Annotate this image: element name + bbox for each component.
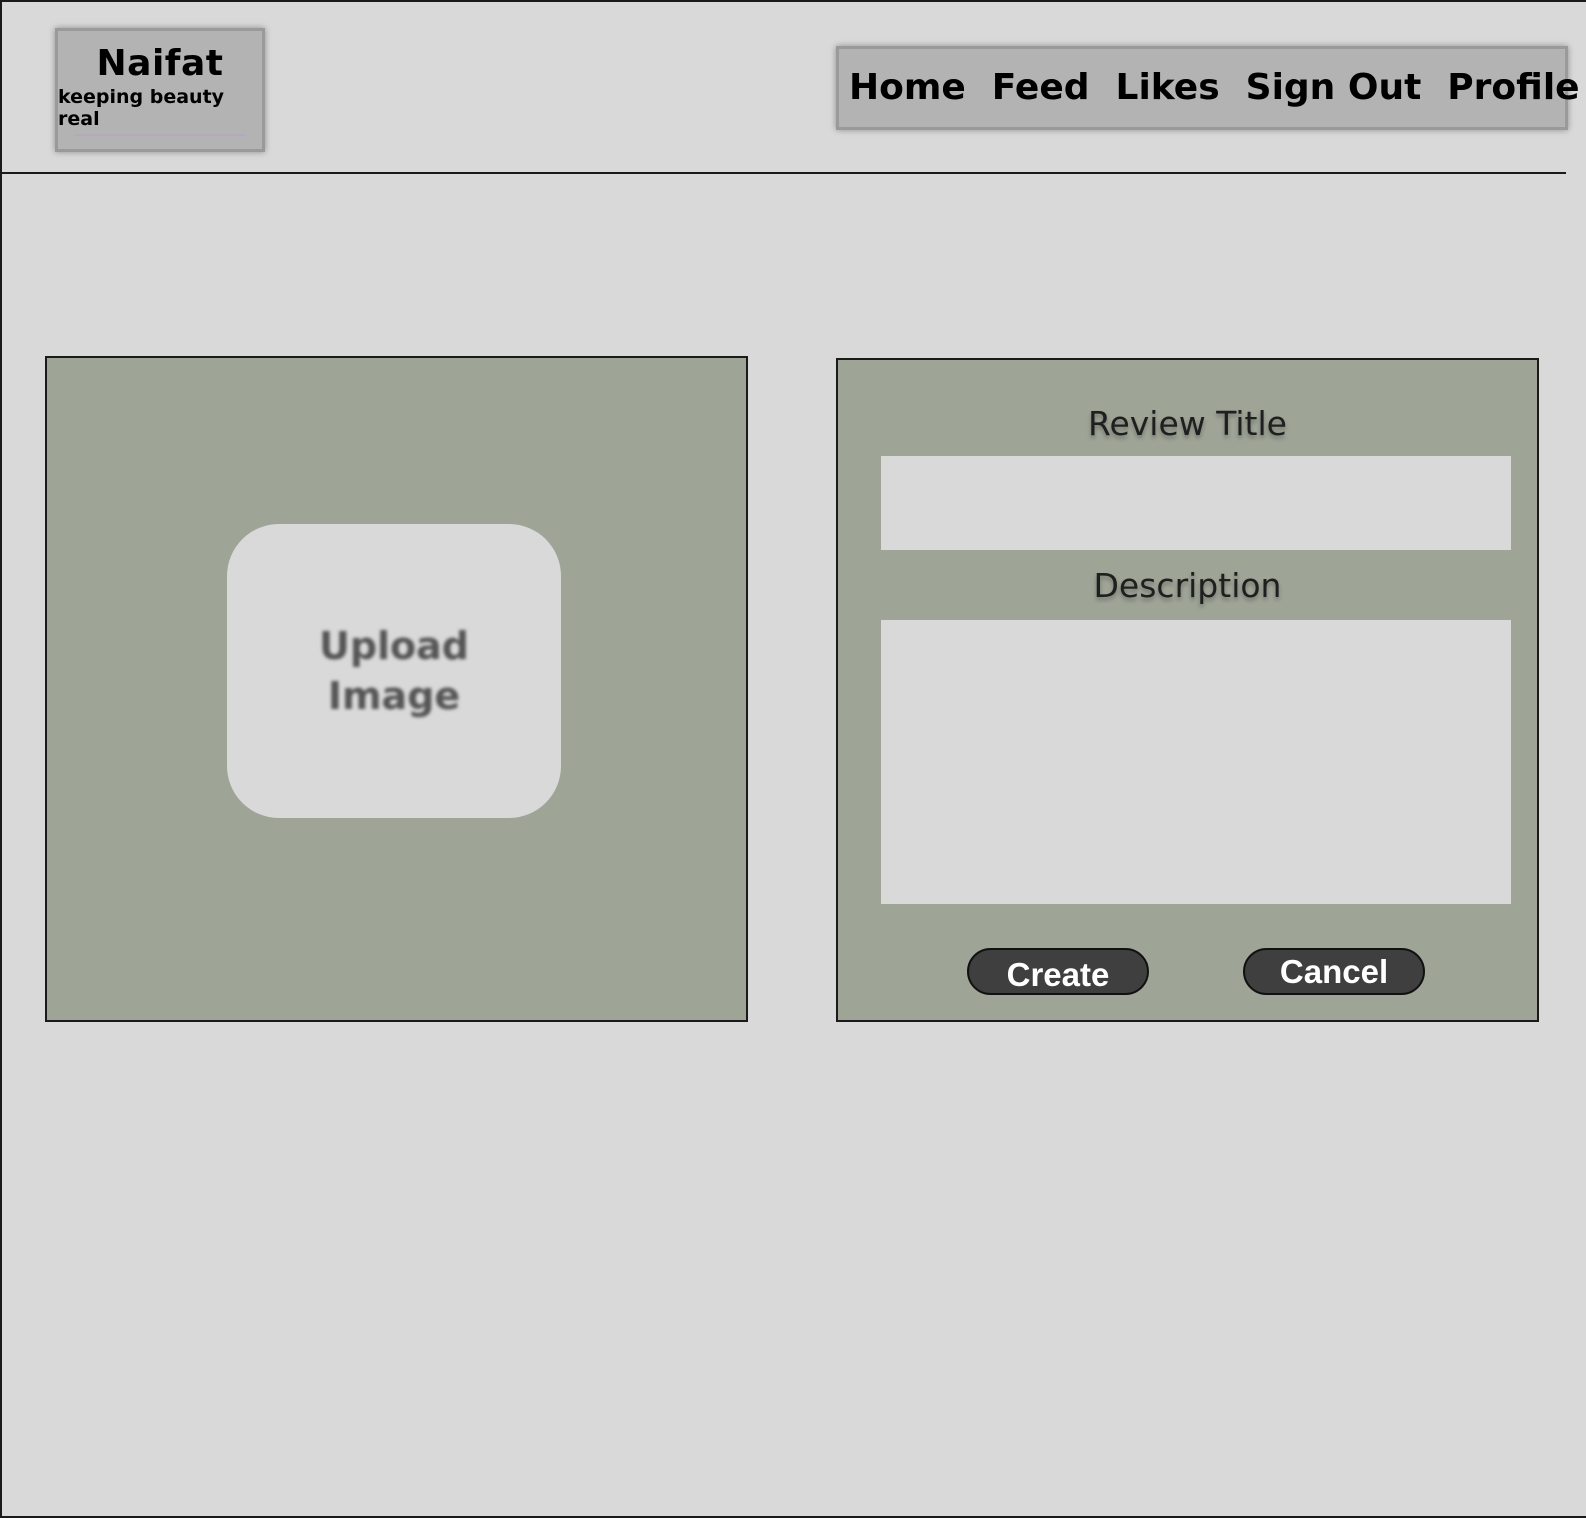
cancel-button[interactable]: Cancel	[1243, 948, 1425, 995]
frame-top-border	[0, 0, 1586, 2]
upload-image-label: Upload Image	[294, 621, 494, 721]
upload-label-line1: Upload	[318, 624, 470, 668]
description-textarea[interactable]	[881, 620, 1511, 904]
logo-name: Naifat	[96, 43, 224, 84]
nav-item-profile[interactable]: Profile	[1447, 68, 1579, 108]
review-title-label: Review Title	[1088, 404, 1287, 443]
upload-label-line2: Image	[327, 674, 461, 718]
header-divider	[0, 172, 1566, 174]
frame-left-border	[0, 0, 2, 1518]
nav-item-home[interactable]: Home	[849, 68, 966, 108]
create-button-label: Create	[1006, 955, 1110, 993]
image-panel: Upload Image	[45, 356, 748, 1022]
nav-item-feed[interactable]: Feed	[992, 68, 1090, 108]
description-label: Description	[1093, 566, 1282, 605]
logo-underline	[75, 134, 245, 136]
nav-item-sign-out[interactable]: Sign Out	[1246, 68, 1422, 108]
nav-item-likes[interactable]: Likes	[1116, 68, 1220, 108]
review-title-input[interactable]	[881, 456, 1511, 550]
top-nav: Home Feed Likes Sign Out Profile	[836, 46, 1580, 130]
create-button[interactable]: Create	[967, 948, 1149, 995]
logo-tagline: keeping beauty real	[58, 86, 225, 130]
upload-image-button[interactable]: Upload Image	[227, 524, 561, 818]
review-form-panel: Review Title Description Create Cancel	[836, 358, 1539, 1022]
site-logo[interactable]: Naifat keeping beauty real	[55, 28, 265, 152]
